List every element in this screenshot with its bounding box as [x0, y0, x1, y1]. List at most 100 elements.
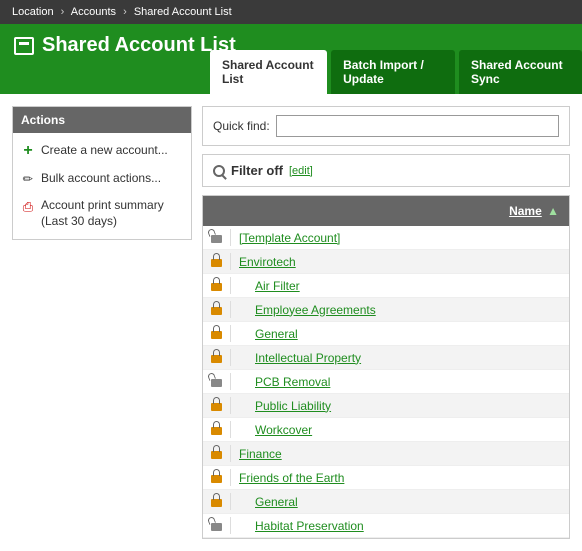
account-link[interactable]: Public Liability: [255, 399, 331, 413]
table-row: General: [203, 490, 569, 514]
page-title-text: Shared Account List: [42, 34, 236, 57]
account-link[interactable]: Friends of the Earth: [239, 471, 344, 485]
chevron-right-icon: ›: [123, 6, 127, 18]
lock-icon: [211, 325, 222, 339]
plus-icon: +: [21, 144, 35, 158]
table-row: Habitat Preservation: [203, 514, 569, 538]
lock-icon: [211, 445, 222, 459]
account-link[interactable]: Air Filter: [255, 279, 300, 293]
lock-cell: [203, 397, 231, 414]
action-print-summary[interactable]: ⎙ Account print summary (Last 30 days): [13, 192, 191, 235]
account-link[interactable]: [Template Account]: [239, 231, 340, 245]
action-label: Create a new account...: [41, 143, 168, 159]
account-link[interactable]: General: [255, 327, 298, 341]
column-name[interactable]: Name: [509, 204, 542, 218]
action-label: Bulk account actions...: [41, 171, 161, 187]
account-link[interactable]: Intellectual Property: [255, 351, 361, 365]
lock-cell: [203, 229, 231, 246]
quick-find-label: Quick find:: [213, 119, 270, 133]
lock-icon: [211, 277, 222, 291]
table-row: Intellectual Property: [203, 346, 569, 370]
account-link[interactable]: Workcover: [255, 423, 312, 437]
lock-cell: [203, 253, 231, 270]
breadcrumb: Location › Accounts › Shared Account Lis…: [0, 0, 582, 24]
lock-cell: [203, 301, 231, 318]
name-cell: PCB Removal: [231, 375, 569, 389]
name-cell: Workcover: [231, 423, 569, 437]
search-input[interactable]: [276, 115, 559, 137]
table-row: Finance: [203, 442, 569, 466]
accounts-table: Name ▲ [Template Account] Envirotech Air F…: [202, 195, 570, 539]
action-label: Account print summary (Last 30 days): [41, 198, 183, 229]
lock-icon: [211, 469, 222, 483]
breadcrumb-root[interactable]: Location: [12, 6, 54, 18]
breadcrumb-accounts[interactable]: Accounts: [71, 6, 116, 18]
table-row: Employee Agreements: [203, 298, 569, 322]
sidebar: Actions + Create a new account... ✎ Bulk…: [12, 106, 192, 240]
list-icon: [14, 37, 34, 55]
filter-edit-link[interactable]: [edit]: [289, 165, 313, 177]
lock-icon: [211, 253, 222, 267]
lock-cell: [203, 469, 231, 486]
actions-list: + Create a new account... ✎ Bulk account…: [13, 133, 191, 239]
name-cell: Habitat Preservation: [231, 519, 569, 533]
account-link[interactable]: PCB Removal: [255, 375, 330, 389]
name-cell: Finance: [231, 447, 569, 461]
lock-icon: [211, 229, 222, 243]
table-row: Envirotech: [203, 250, 569, 274]
sort-asc-icon: ▲: [547, 204, 559, 218]
account-link[interactable]: Finance: [239, 447, 282, 461]
name-cell: General: [231, 327, 569, 341]
quick-find-bar: Quick find:: [202, 106, 570, 146]
name-cell: Intellectual Property: [231, 351, 569, 365]
table-row: PCB Removal: [203, 370, 569, 394]
lock-cell: [203, 517, 231, 534]
name-cell: Friends of the Earth: [231, 471, 569, 485]
page-header: Shared Account List Shared Account List …: [0, 24, 582, 94]
chevron-right-icon: ›: [61, 6, 65, 18]
action-create-account[interactable]: + Create a new account...: [13, 137, 191, 165]
account-link[interactable]: Envirotech: [239, 255, 296, 269]
account-link[interactable]: General: [255, 495, 298, 509]
actions-panel-title: Actions: [13, 107, 191, 133]
table-row: Public Liability: [203, 394, 569, 418]
table-row: [Template Account]: [203, 226, 569, 250]
lock-cell: [203, 349, 231, 366]
filter-status: Filter off: [231, 163, 283, 178]
lock-cell: [203, 373, 231, 390]
lock-icon: [211, 493, 222, 507]
lock-icon: [211, 421, 222, 435]
pdf-icon: ⎙: [21, 199, 35, 213]
table-row: General: [203, 322, 569, 346]
lock-cell: [203, 325, 231, 342]
action-bulk-actions[interactable]: ✎ Bulk account actions...: [13, 165, 191, 193]
lock-cell: [203, 421, 231, 438]
lock-icon: [211, 397, 222, 411]
lock-icon: [211, 301, 222, 315]
breadcrumb-leaf: Shared Account List: [134, 6, 232, 18]
search-icon: [213, 165, 225, 177]
lock-cell: [203, 493, 231, 510]
lock-cell: [203, 277, 231, 294]
name-cell: General: [231, 495, 569, 509]
account-link[interactable]: Habitat Preservation: [255, 519, 364, 533]
wand-icon: ✎: [18, 169, 38, 189]
table-header[interactable]: Name ▲: [203, 196, 569, 226]
name-cell: Envirotech: [231, 255, 569, 269]
name-cell: Air Filter: [231, 279, 569, 293]
tab-shared-account-list[interactable]: Shared Account List: [210, 50, 327, 94]
actions-panel: Actions + Create a new account... ✎ Bulk…: [12, 106, 192, 240]
name-cell: Public Liability: [231, 399, 569, 413]
tab-bar: Shared Account List Batch Import / Updat…: [210, 50, 582, 94]
lock-icon: [211, 373, 222, 387]
lock-cell: [203, 445, 231, 462]
name-cell: [Template Account]: [231, 231, 569, 245]
filter-bar: Filter off [edit]: [202, 154, 570, 187]
tab-shared-account-sync[interactable]: Shared Account Sync: [459, 50, 582, 94]
table-body: [Template Account] Envirotech Air Filter Em…: [203, 226, 569, 538]
tab-batch-import[interactable]: Batch Import / Update: [331, 50, 455, 94]
main-content: Quick find: Filter off [edit] Name ▲ [Te…: [202, 106, 570, 539]
lock-icon: [211, 517, 222, 531]
account-link[interactable]: Employee Agreements: [255, 303, 376, 317]
lock-icon: [211, 349, 222, 363]
